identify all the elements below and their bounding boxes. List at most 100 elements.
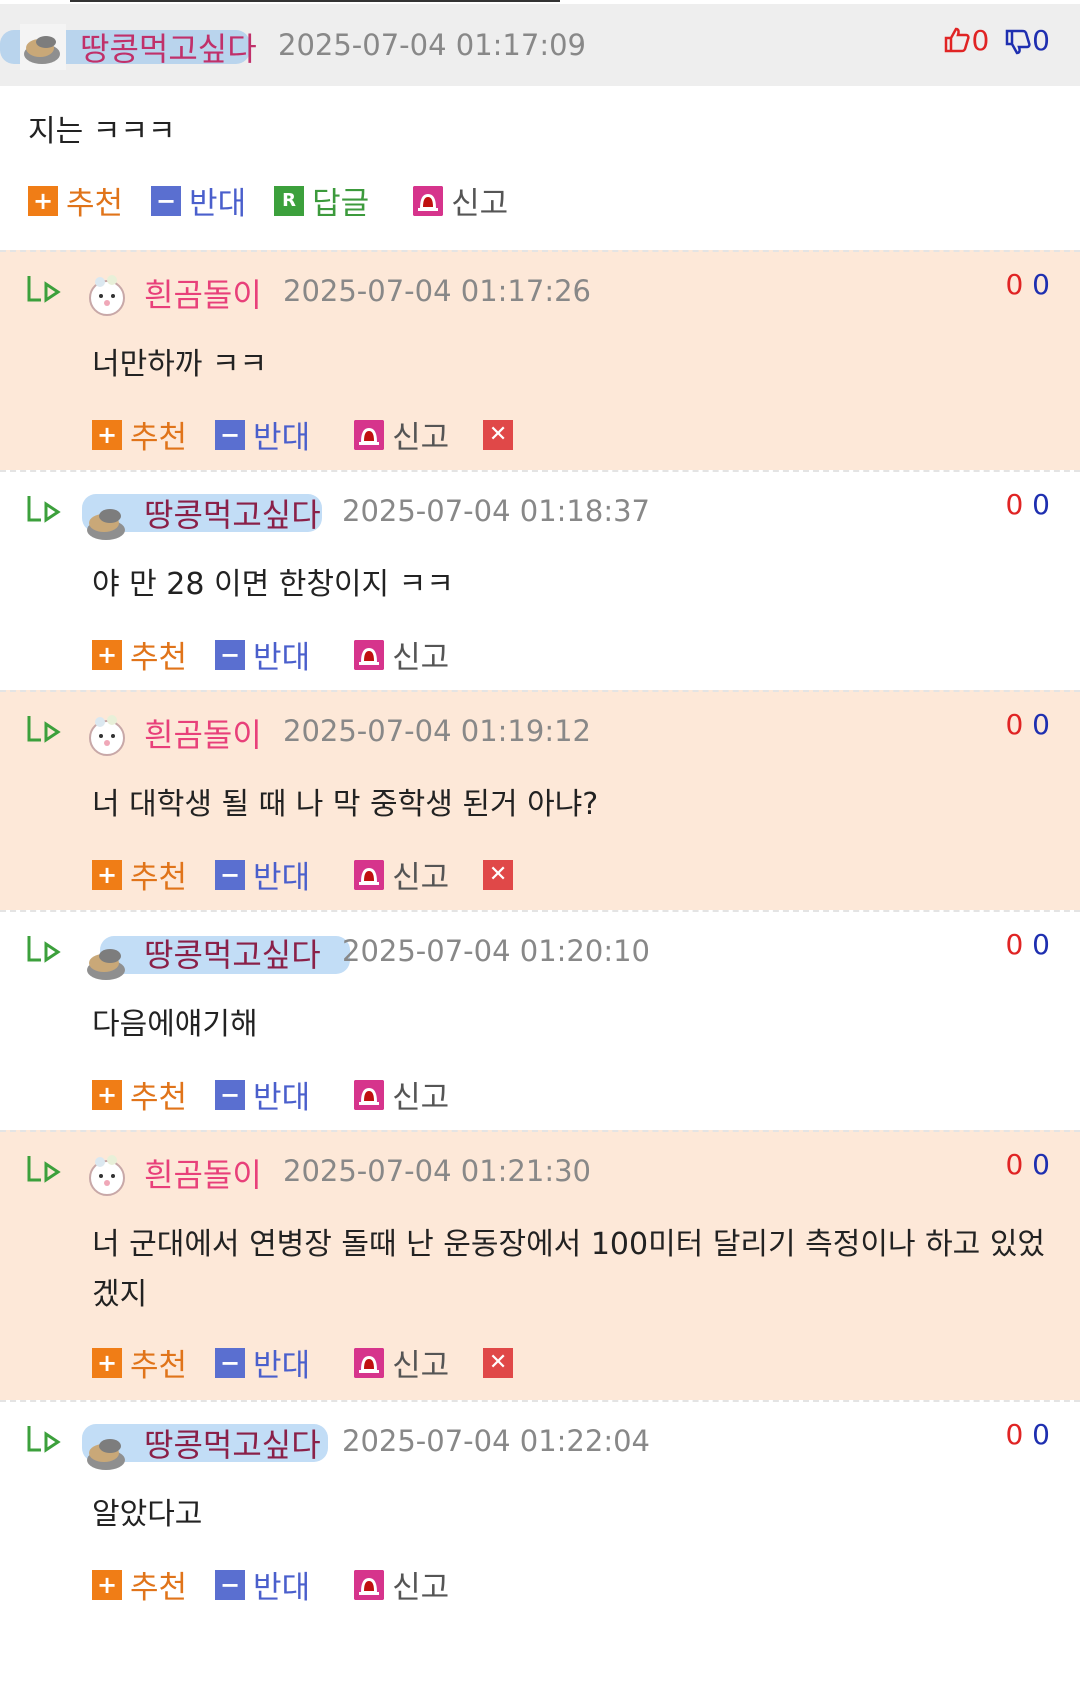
siren-icon [354,1079,385,1110]
plus-icon: + [92,419,122,450]
reply-item: 땅콩먹고싶다 2025-07-04 01:18:37 0 0 야 만 28 이면… [0,470,1080,690]
plus-icon: + [92,1079,122,1110]
bear-avatar-icon [89,275,125,316]
siren-icon [354,419,385,450]
reply-text: 알았다고 [92,1497,203,1532]
report-button[interactable]: 신고 [354,1340,449,1385]
reply-text: 너만하까 ㅋㅋ [92,347,268,382]
reply-author[interactable]: 땅콩먹고싶다 [144,490,321,536]
recommend-button[interactable]: + 추천 [92,852,187,897]
reply-arrow-icon [27,1426,61,1453]
siren-icon [354,639,385,670]
reply-arrow-icon [27,936,61,963]
plus-icon: + [28,185,58,216]
reply-timestamp: 2025-07-04 01:22:04 [342,1424,650,1458]
siren-icon [413,185,444,216]
reply-button[interactable]: R 답글 [274,178,369,223]
reply-timestamp: 2025-07-04 01:18:37 [342,494,650,528]
reply-item: 땅콩먹고싶다 2025-07-04 01:22:04 0 0 알았다고 + 추천 … [0,1400,1080,1620]
minus-icon: − [215,859,246,890]
oppose-button[interactable]: − 반대 [215,1340,310,1385]
peanut-avatar-icon [87,509,125,540]
reply-icon: R [274,185,305,216]
minus-icon: − [215,1079,246,1110]
oppose-button[interactable]: − 반대 [215,412,310,457]
bear-avatar-icon [89,715,125,756]
oppose-button[interactable]: − 반대 [215,1562,310,1607]
reply-item: 흰곰돌이 2025-07-04 01:21:30 0 0 너 군대에서 연병장 … [0,1130,1080,1400]
report-button[interactable]: 신고 [354,632,449,677]
recommend-button[interactable]: + 추천 [28,178,123,223]
minus-icon: − [215,1569,246,1600]
reply-arrow-icon [27,1156,61,1183]
oppose-button[interactable]: − 반대 [151,178,246,223]
recommend-button[interactable]: + 추천 [92,1562,187,1607]
reply-actions: + 추천 − 반대 신고 ✕ [92,412,514,457]
reply-text: 너 군대에서 연병장 돌때 난 운동장에서 100미터 달리기 측정이나 하고 … [92,1227,1046,1312]
bear-avatar-icon [89,1155,125,1196]
siren-icon [354,859,385,890]
plus-icon: + [92,859,122,890]
comment-actions: + 추천 − 반대 R 답글 신고 [0,162,1080,250]
comment-thread: 땅콩먹고싶다 2025-07-04 01:17:09 0 0 지는 ㅋㅋㅋ + 추… [0,0,1080,1620]
oppose-button[interactable]: − 반대 [215,852,310,897]
delete-icon[interactable]: ✕ [483,419,514,450]
plus-icon: + [92,1569,122,1600]
vote-counts: 0 0 [1005,1418,1050,1451]
recommend-button[interactable]: + 추천 [92,412,187,457]
reply-text: 다음에얘기해 [92,1007,258,1042]
vote-counts: 0 0 [1005,708,1050,741]
reply-item: 흰곰돌이 2025-07-04 01:19:12 0 0 너 대학생 될 때 나… [0,690,1080,910]
reply-author[interactable]: 흰곰돌이 [144,710,262,756]
peanut-avatar-icon [87,1439,125,1470]
reply-timestamp: 2025-07-04 01:17:26 [283,274,591,308]
recommend-button[interactable]: + 추천 [92,1340,187,1385]
vote-counts: 0 0 [1005,268,1050,301]
reply-arrow-icon [27,276,61,303]
reply-text: 너 대학생 될 때 나 막 중학생 된거 아냐? [92,787,599,822]
reply-actions: + 추천 − 반대 신고 [92,1562,477,1607]
peanut-avatar-icon [87,949,125,980]
report-button[interactable]: 신고 [354,852,449,897]
thumbs-up-icon[interactable] [943,26,971,54]
recommend-button[interactable]: + 추천 [92,1072,187,1117]
reply-author[interactable]: 땅콩먹고싶다 [144,930,321,976]
reply-actions: + 추천 − 반대 신고 [92,1072,477,1117]
reply-timestamp: 2025-07-04 01:20:10 [342,934,650,968]
reply-arrow-icon [27,716,61,743]
minus-icon: − [215,1347,246,1378]
reply-actions: + 추천 − 반대 신고 ✕ [92,1340,514,1385]
down-count: 0 [1032,24,1050,57]
vote-counts: 0 0 [1005,928,1050,961]
siren-icon [354,1569,385,1600]
plus-icon: + [92,1347,122,1378]
siren-icon [354,1347,385,1378]
reply-item: 땅콩먹고싶다 2025-07-04 01:20:10 0 0 다음에얘기해 + 추… [0,910,1080,1130]
minus-icon: − [215,639,246,670]
reply-author[interactable]: 흰곰돌이 [144,1150,262,1196]
vote-counts: 0 0 [1005,1148,1050,1181]
plus-icon: + [92,639,122,670]
delete-icon[interactable]: ✕ [483,859,514,890]
reply-author[interactable]: 땅콩먹고싶다 [144,1420,321,1466]
reply-actions: + 추천 − 반대 신고 [92,632,477,677]
comment-author[interactable]: 땅콩먹고싶다 [80,24,257,70]
reply-timestamp: 2025-07-04 01:19:12 [283,714,591,748]
comment-timestamp: 2025-07-04 01:17:09 [278,28,586,62]
delete-icon[interactable]: ✕ [483,1347,514,1378]
peanut-avatar-icon [20,24,66,70]
oppose-button[interactable]: − 반대 [215,632,310,677]
reply-item: 흰곰돌이 2025-07-04 01:17:26 0 0 너만하까 ㅋㅋ + 추천… [0,250,1080,470]
report-button[interactable]: 신고 [354,412,449,457]
report-button[interactable]: 신고 [354,1562,449,1607]
report-button[interactable]: 신고 [413,178,508,223]
comment-text: 지는 ㅋㅋㅋ [28,114,176,149]
report-button[interactable]: 신고 [354,1072,449,1117]
reply-arrow-icon [27,496,61,523]
reply-timestamp: 2025-07-04 01:21:30 [283,1154,591,1188]
oppose-button[interactable]: − 반대 [215,1072,310,1117]
thumbs-down-icon[interactable] [1004,28,1032,56]
reply-author[interactable]: 흰곰돌이 [144,270,262,316]
vote-counts: 0 0 [1005,488,1050,521]
recommend-button[interactable]: + 추천 [92,632,187,677]
